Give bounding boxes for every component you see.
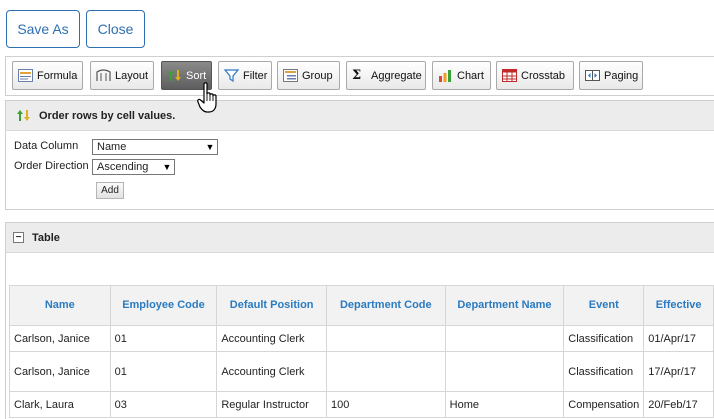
order-direction-label: Order Direction <box>14 160 89 172</box>
save-as-button[interactable]: Save As <box>6 10 80 48</box>
table-cell <box>444 351 565 392</box>
aggregate-button[interactable]: Σ Aggregate <box>346 61 426 90</box>
table-cell: Home <box>444 391 565 418</box>
sort-panel: Order rows by cell values. Data Column N… <box>5 100 714 210</box>
table-panel-header: − Table <box>6 223 714 253</box>
table-cell: 17/Apr/17 <box>643 351 714 392</box>
group-label: Group <box>302 69 333 82</box>
formula-label: Formula <box>37 69 78 82</box>
column-header-effective[interactable]: Effective <box>643 285 714 326</box>
table-cell: 03 <box>109 391 218 418</box>
column-header-department-name[interactable]: Department Name <box>444 285 565 326</box>
table-cell: 01/Apr/17 <box>643 325 714 352</box>
chart-button[interactable]: Chart <box>432 61 491 90</box>
layout-button[interactable]: Layout <box>90 61 154 90</box>
table-cell: 01 <box>109 351 218 392</box>
crosstab-icon <box>502 69 517 82</box>
table-row: Carlson, Janice 01 Accounting Clerk Clas… <box>9 325 714 352</box>
add-sort-button[interactable]: Add <box>96 182 124 199</box>
dropdown-arrow-icon: ▼ <box>162 162 172 172</box>
filter-icon <box>223 69 240 83</box>
group-icon <box>283 69 298 82</box>
crosstab-label: Crosstab <box>521 69 566 82</box>
sigma-icon: Σ <box>352 68 362 83</box>
filter-button[interactable]: Filter <box>218 61 272 90</box>
paging-button[interactable]: Paging <box>579 61 643 90</box>
table-panel-title: Table <box>32 231 60 244</box>
table-panel: − Table Name Employee Code Default Posit… <box>5 222 714 419</box>
collapse-icon[interactable]: − <box>13 232 24 243</box>
sort-icon <box>167 69 182 82</box>
table-row: Clark, Laura 03 Regular Instructor 100 H… <box>9 391 714 418</box>
layout-label: Layout <box>115 69 149 82</box>
report-toolbar: Formula Layout Sort Filter Group Σ Aggre… <box>5 56 714 96</box>
data-column-select[interactable]: Name ▼ <box>92 139 218 155</box>
table-cell: 20/Feb/17 <box>643 391 714 418</box>
aggregate-label: Aggregate <box>371 69 422 82</box>
table-cell <box>325 325 446 352</box>
column-header-event[interactable]: Event <box>563 285 645 326</box>
group-button[interactable]: Group <box>277 61 340 90</box>
table-row: Carlson, Janice 01 Accounting Clerk Clas… <box>9 351 714 392</box>
column-header-name[interactable]: Name <box>9 285 111 326</box>
hand-cursor-icon <box>197 82 223 114</box>
table-cell: 100 <box>325 391 446 418</box>
table-cell: Regular Instructor <box>216 391 327 418</box>
table-cell: Accounting Clerk <box>216 351 327 392</box>
data-column-value: Name <box>97 141 127 153</box>
table-cell: Clark, Laura <box>9 391 111 418</box>
paging-icon <box>585 69 600 82</box>
table-cell: Carlson, Janice <box>9 351 111 392</box>
data-table: Name Employee Code Default Position Depa… <box>9 285 714 418</box>
table-cell: Carlson, Janice <box>9 325 111 352</box>
table-cell <box>444 325 565 352</box>
chart-label: Chart <box>457 69 484 82</box>
column-header-default-position[interactable]: Default Position <box>216 285 327 326</box>
formula-icon <box>18 69 33 82</box>
order-direction-select[interactable]: Ascending ▼ <box>92 159 175 175</box>
layout-icon <box>96 69 111 82</box>
table-cell: Compensation <box>563 391 645 418</box>
paging-label: Paging <box>604 69 639 82</box>
column-header-department-code[interactable]: Department Code <box>325 285 446 326</box>
column-header-employee-code[interactable]: Employee Code <box>109 285 218 326</box>
sort-icon <box>16 109 31 122</box>
table-cell: 01 <box>109 325 218 352</box>
filter-label: Filter <box>243 69 268 82</box>
close-button[interactable]: Close <box>86 10 145 48</box>
table-cell: Classification <box>563 325 645 352</box>
crosstab-button[interactable]: Crosstab <box>496 61 574 90</box>
formula-button[interactable]: Formula <box>12 61 83 90</box>
sort-label: Sort <box>186 69 207 82</box>
sort-panel-header: Order rows by cell values. <box>6 101 714 131</box>
dropdown-arrow-icon: ▼ <box>205 142 215 152</box>
data-column-label: Data Column <box>14 140 79 152</box>
table-cell: Accounting Clerk <box>216 325 327 352</box>
table-cell <box>325 351 446 392</box>
chart-icon <box>438 69 453 82</box>
table-header-row: Name Employee Code Default Position Depa… <box>9 285 714 326</box>
order-direction-value: Ascending <box>97 161 149 173</box>
sort-panel-title: Order rows by cell values. <box>39 109 176 122</box>
table-cell: Classification <box>563 351 645 392</box>
